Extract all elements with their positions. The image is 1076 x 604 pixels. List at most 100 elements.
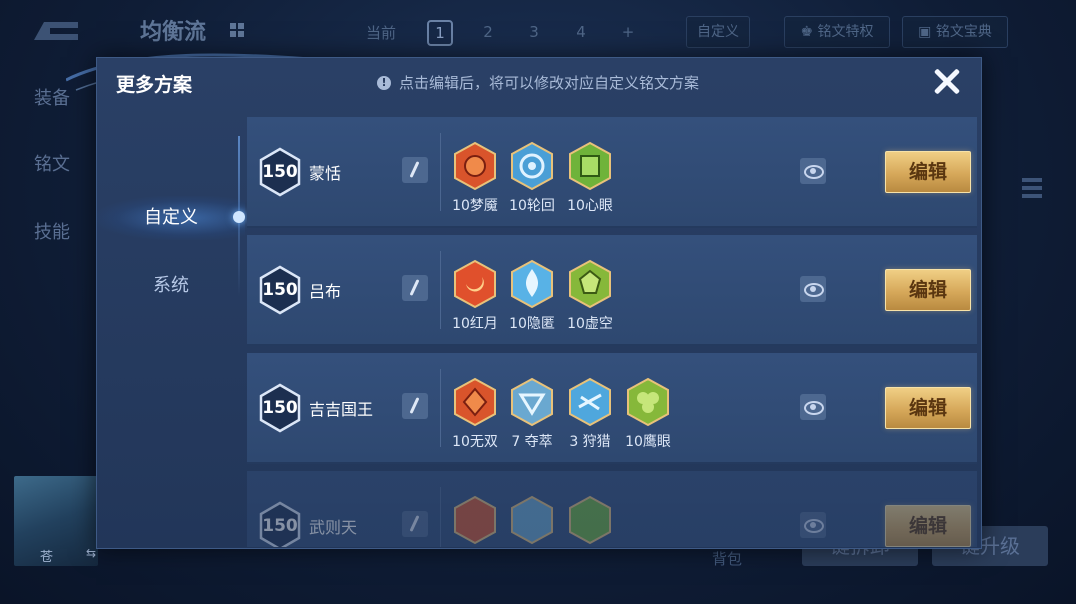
rune-guide-button[interactable]: ▣ 铭文宝典 bbox=[902, 16, 1008, 48]
side-tab-skills[interactable]: 技能 bbox=[34, 218, 70, 244]
rune-slot[interactable]: 3 狩猎 bbox=[561, 377, 619, 451]
rename-pen-icon[interactable] bbox=[402, 393, 428, 419]
tab-custom[interactable]: 自定义 bbox=[97, 196, 245, 240]
preview-eye-icon[interactable] bbox=[800, 158, 826, 184]
crown-icon: ♚ bbox=[800, 24, 818, 40]
level-badge: 150 bbox=[258, 501, 302, 547]
close-icon[interactable] bbox=[929, 64, 965, 100]
blue-rune-icon bbox=[511, 259, 553, 309]
rune-label: 10梦魇 bbox=[452, 198, 498, 214]
red-rune-icon bbox=[454, 495, 496, 545]
tab-custom-label: 自定义 bbox=[144, 207, 198, 228]
menu-icon[interactable] bbox=[1022, 178, 1042, 200]
rune-privilege-label: 铭文特权 bbox=[817, 24, 874, 40]
red-rune-icon bbox=[454, 259, 496, 309]
level-value: 150 bbox=[262, 398, 298, 418]
dialog-title: 更多方案 bbox=[116, 74, 193, 96]
green-rune-icon bbox=[569, 141, 611, 191]
rune-slot[interactable] bbox=[446, 495, 504, 545]
preview-eye-icon[interactable] bbox=[800, 512, 826, 538]
rune-slot[interactable]: 10心眼 bbox=[561, 141, 619, 215]
blue-rune-icon bbox=[511, 377, 553, 427]
rune-slot[interactable]: 10虚空 bbox=[561, 259, 619, 333]
scheme-row: 150 吕布 10红月 10隐匿 10虚空 编辑 bbox=[247, 235, 977, 346]
info-icon: ! bbox=[377, 75, 391, 90]
page-tab-3[interactable]: 3 bbox=[522, 20, 546, 44]
level-badge: 150 bbox=[258, 383, 302, 433]
rune-label: 7 夺萃 bbox=[511, 434, 553, 450]
add-page-button[interactable]: + bbox=[616, 20, 640, 44]
rune-label: 10轮回 bbox=[509, 198, 555, 214]
rune-slot[interactable]: 10红月 bbox=[446, 259, 504, 333]
side-tab-runes[interactable]: 铭文 bbox=[34, 150, 70, 176]
green-rune-icon bbox=[569, 495, 611, 545]
rename-pen-icon[interactable] bbox=[402, 157, 428, 183]
edit-notice: ! 点击编辑后，将可以修改对应自定义铭文方案 bbox=[377, 72, 699, 93]
more-schemes-dialog: 更多方案 ! 点击编辑后，将可以修改对应自定义铭文方案 自定义 系统 150 蒙… bbox=[96, 57, 982, 549]
rune-slot[interactable]: 10轮回 bbox=[503, 141, 561, 215]
rune-privilege-button[interactable]: ♚ 铭文特权 bbox=[784, 16, 890, 48]
rune-label: 10鹰眼 bbox=[625, 434, 671, 450]
green-rune-icon bbox=[569, 259, 611, 309]
scheme-name: 武则天 bbox=[309, 518, 358, 537]
swap-icon[interactable]: ⇆ bbox=[86, 546, 96, 560]
scheme-name: 蒙恬 bbox=[309, 164, 342, 183]
rune-slot[interactable]: 7 夺萃 bbox=[503, 377, 561, 451]
edit-notice-text: 点击编辑后，将可以修改对应自定义铭文方案 bbox=[399, 74, 700, 92]
level-value: 150 bbox=[262, 516, 298, 536]
book-icon: ▣ bbox=[918, 24, 936, 40]
rune-slot[interactable]: 10无双 bbox=[446, 377, 504, 451]
blue-rune-icon bbox=[511, 141, 553, 191]
page-tab-4[interactable]: 4 bbox=[569, 20, 593, 44]
rune-label: 10隐匿 bbox=[509, 316, 555, 332]
rune-label: 3 狩猎 bbox=[569, 434, 611, 450]
divider bbox=[440, 133, 441, 211]
rune-guide-label: 铭文宝典 bbox=[935, 24, 992, 40]
divider bbox=[440, 251, 441, 329]
custom-button[interactable]: 自定义 bbox=[686, 16, 750, 48]
rune-slot[interactable]: 10梦魇 bbox=[446, 141, 504, 215]
level-badge: 150 bbox=[258, 147, 302, 197]
red-rune-icon bbox=[454, 377, 496, 427]
backpack-label[interactable]: 背包 bbox=[712, 548, 742, 569]
level-value: 150 bbox=[262, 162, 298, 182]
scheme-row: 150 吉吉国王 10无双 7 夺萃 3 狩猎 10鹰眼 编辑 bbox=[247, 353, 977, 464]
rune-label: 10心眼 bbox=[567, 198, 613, 214]
scheme-name: 吉吉国王 bbox=[309, 400, 374, 419]
edit-button[interactable]: 编辑 bbox=[885, 269, 971, 311]
green-rune-icon bbox=[627, 377, 669, 427]
rune-label: 10红月 bbox=[452, 316, 498, 332]
divider bbox=[440, 369, 441, 447]
edit-button[interactable]: 编辑 bbox=[885, 151, 971, 193]
tab-system[interactable]: 系统 bbox=[97, 264, 245, 308]
scheme-list[interactable]: 150 蒙恬 10梦魇 10轮回 10心眼 编辑 150 吕布 10红月 10隐… bbox=[247, 117, 979, 547]
rune-slot[interactable]: 10隐匿 bbox=[503, 259, 561, 333]
preview-eye-icon[interactable] bbox=[800, 276, 826, 302]
rune-slot[interactable] bbox=[561, 495, 619, 545]
rename-pen-icon[interactable] bbox=[402, 511, 428, 537]
level-badge: 150 bbox=[258, 265, 302, 315]
scheme-tabs: 自定义 系统 bbox=[97, 116, 245, 546]
page-tab-1[interactable]: 1 bbox=[427, 20, 453, 46]
rune-slot[interactable]: 10鹰眼 bbox=[619, 377, 677, 451]
page-tab-2[interactable]: 2 bbox=[476, 20, 500, 44]
blue-rune-icon bbox=[511, 495, 553, 545]
edit-button[interactable]: 编辑 bbox=[885, 505, 971, 547]
edit-button[interactable]: 编辑 bbox=[885, 387, 971, 429]
preview-eye-icon[interactable] bbox=[800, 394, 826, 420]
active-tab-indicator bbox=[233, 211, 245, 223]
rune-slot[interactable] bbox=[503, 495, 561, 545]
rune-label: 10无双 bbox=[452, 434, 498, 450]
level-value: 150 bbox=[262, 280, 298, 300]
scheme-row: 150 武则天 编辑 bbox=[247, 471, 977, 547]
rename-pen-icon[interactable] bbox=[402, 275, 428, 301]
scheme-name: 吕布 bbox=[309, 282, 342, 301]
tab-system-label: 系统 bbox=[153, 275, 189, 296]
rune-label: 10虚空 bbox=[567, 316, 613, 332]
blue-rune-icon bbox=[569, 377, 611, 427]
divider bbox=[440, 487, 441, 547]
red-rune-icon bbox=[454, 141, 496, 191]
side-tab-equipment[interactable]: 装备 bbox=[34, 84, 70, 110]
current-label: 当前 bbox=[366, 24, 397, 42]
grid-icon[interactable] bbox=[230, 23, 244, 37]
